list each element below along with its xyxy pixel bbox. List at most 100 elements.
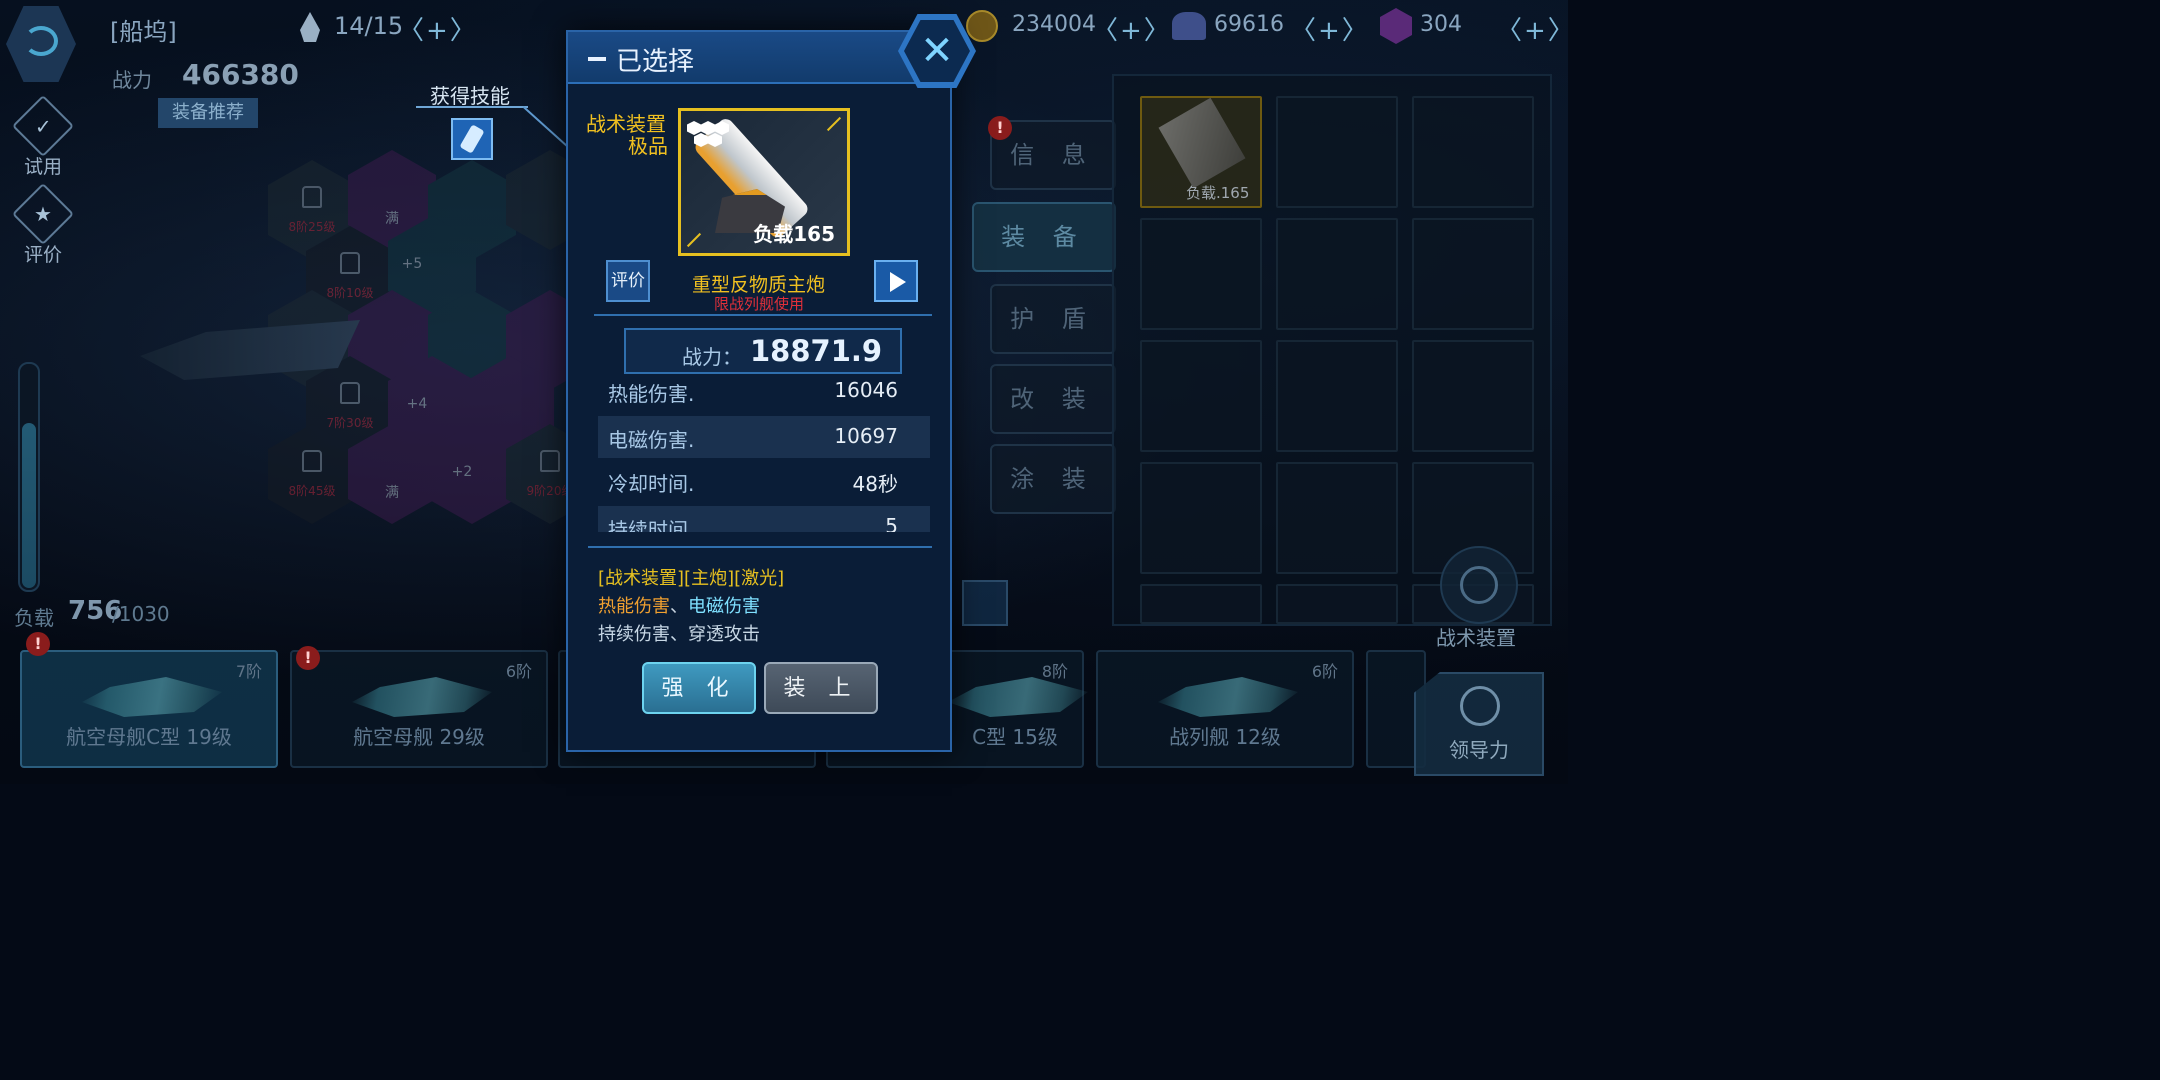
equipped-skill-icon[interactable] — [962, 580, 1008, 626]
inventory-slot[interactable] — [1276, 462, 1398, 574]
skill-icon-button[interactable] — [451, 118, 493, 160]
inventory-slot[interactable] — [1412, 340, 1534, 452]
gem-amount: 304 — [1420, 12, 1462, 37]
ship-card[interactable]: 6阶 战列舰 12级 — [1096, 650, 1354, 768]
skill-acquired-label: 获得技能 — [430, 84, 510, 108]
add-gold-button[interactable]: 〈+〉 — [1092, 10, 1172, 47]
trial-label: 试用 — [23, 156, 62, 178]
tactical-device-label: 战术装置 — [1436, 626, 1516, 650]
leadership-button[interactable]: 领导力 — [1414, 672, 1544, 776]
dock-title: [船坞] — [110, 18, 177, 46]
inventory-slot[interactable] — [1276, 96, 1398, 208]
equip-button[interactable]: 装 上 — [764, 662, 878, 714]
stat-label: 电磁伤害. — [608, 428, 695, 452]
add-ship-slot-button[interactable]: 〈+〉 — [398, 10, 478, 47]
review-item-button[interactable]: 评价 — [606, 260, 650, 302]
item-power-value: 18871.9 — [750, 334, 883, 368]
equip-recommend-button[interactable]: 装备推荐 — [158, 98, 258, 128]
ship-tier: 6阶 — [1311, 662, 1338, 681]
ship-tier: 8阶 — [1041, 662, 1068, 681]
close-icon: ✕ — [904, 20, 970, 82]
add-crystal-button[interactable]: 〈+〉 — [1290, 10, 1370, 47]
ship-tier: 6阶 — [505, 662, 532, 681]
lock-icon — [302, 186, 322, 208]
gold-amount: 234004 — [1012, 12, 1096, 37]
battleship-icon — [1158, 677, 1298, 717]
minus-icon — [588, 57, 606, 61]
item-image: 负载165 — [678, 108, 850, 256]
load-max: /1030 — [112, 602, 170, 626]
play-icon — [890, 272, 906, 292]
crystal-amount: 69616 — [1214, 12, 1284, 37]
ship-name: 航空母舰C型 19级 — [66, 725, 232, 749]
info-alert-badge: ! — [988, 116, 1012, 140]
inventory-slot[interactable] — [1412, 218, 1534, 330]
inventory-slot[interactable] — [1140, 584, 1262, 624]
leadership-label: 领导力 — [1449, 738, 1509, 762]
stat-row-partial: 持续时间. 5 — [598, 506, 930, 532]
corner-accent — [826, 116, 842, 132]
inventory-slot[interactable] — [1140, 340, 1262, 452]
ship-name: 航空母舰 29级 — [353, 725, 485, 749]
item-tags: [战术装置][主炮][激光] — [598, 568, 785, 589]
item-load-label: 负载165 — [753, 222, 835, 246]
modal-title: 已选择 — [616, 47, 695, 77]
item-restriction: 限战列舰使用 — [714, 295, 805, 313]
slot-load-label: 负载.165 — [1186, 184, 1250, 202]
ship-name: 战列舰 12级 — [1169, 725, 1281, 749]
damage-types: 热能伤害、电磁伤害 — [598, 592, 760, 618]
inventory-slot[interactable] — [1140, 218, 1262, 330]
star-badge-icon: ★ — [11, 182, 75, 246]
tab-shield[interactable]: 护 盾 — [990, 284, 1116, 354]
em-damage-tag: 电磁伤害 — [688, 596, 760, 617]
upgrade-button[interactable]: 强 化 — [642, 662, 756, 714]
modal-header: 已选择 — [568, 32, 950, 84]
stat-value: 5 — [885, 514, 898, 532]
skill-underline — [416, 106, 528, 108]
inventory-slot[interactable] — [1140, 462, 1262, 574]
stat-value: 48秒 — [852, 472, 898, 496]
checkbox-icon: ✓ — [11, 94, 75, 158]
inventory-slot[interactable] — [1276, 218, 1398, 330]
tactical-device-button[interactable] — [1440, 546, 1518, 624]
item-effects: 持续伤害、穿透攻击 — [598, 624, 760, 645]
quality-hex-icon — [687, 121, 701, 135]
item-quality: 极品 — [628, 134, 668, 158]
review-button[interactable]: ★ 评价 — [10, 182, 76, 267]
add-gem-button[interactable]: 〈+〉 — [1496, 10, 1576, 47]
tab-paint[interactable]: 涂 装 — [990, 444, 1116, 514]
ship-alert-badge: ! — [26, 632, 50, 656]
corner-accent — [686, 232, 702, 248]
stat-row: 冷却时间. 48秒 — [598, 460, 930, 502]
tab-modify[interactable]: 改 装 — [990, 364, 1116, 434]
inventory-slot[interactable] — [1276, 340, 1398, 452]
stat-row: 热能伤害. 16046 — [598, 370, 930, 412]
modal-divider — [594, 314, 932, 316]
ship-count: 14/15 — [334, 12, 404, 40]
carrier-ship-icon — [82, 677, 222, 717]
load-label: 负载 — [14, 606, 54, 630]
inventory-slot-selected[interactable]: 负载.165 — [1140, 96, 1262, 208]
damage-separator: 、 — [670, 596, 688, 617]
stat-label: 持续时间. — [608, 518, 695, 532]
play-preview-button[interactable] — [874, 260, 918, 302]
stat-value: 10697 — [834, 424, 898, 448]
ship-card[interactable]: 7阶 航空母舰C型 19级 — [20, 650, 278, 768]
inventory-slot[interactable] — [1276, 584, 1398, 624]
inventory-slot[interactable] — [1412, 96, 1534, 208]
back-arrow-icon — [24, 26, 58, 56]
gauge-icon — [1460, 686, 1500, 726]
wrench-skill-icon — [459, 124, 485, 154]
item-power-box: 战力： 18871.9 — [624, 328, 902, 374]
tab-equipment[interactable]: 装 备 — [972, 202, 1116, 272]
stat-value: 16046 — [834, 378, 898, 402]
ship-name: C型 15级 — [972, 725, 1058, 749]
lock-icon — [302, 450, 322, 472]
trial-button[interactable]: ✓ 试用 — [10, 94, 76, 179]
power-label: 战力 — [112, 68, 152, 92]
radar-icon — [1460, 566, 1498, 604]
power-value: 466380 — [182, 58, 299, 91]
stat-label: 热能伤害. — [608, 382, 695, 406]
carrier-ship-icon — [352, 677, 492, 717]
ship-card[interactable]: 6阶 航空母舰 29级 — [290, 650, 548, 768]
